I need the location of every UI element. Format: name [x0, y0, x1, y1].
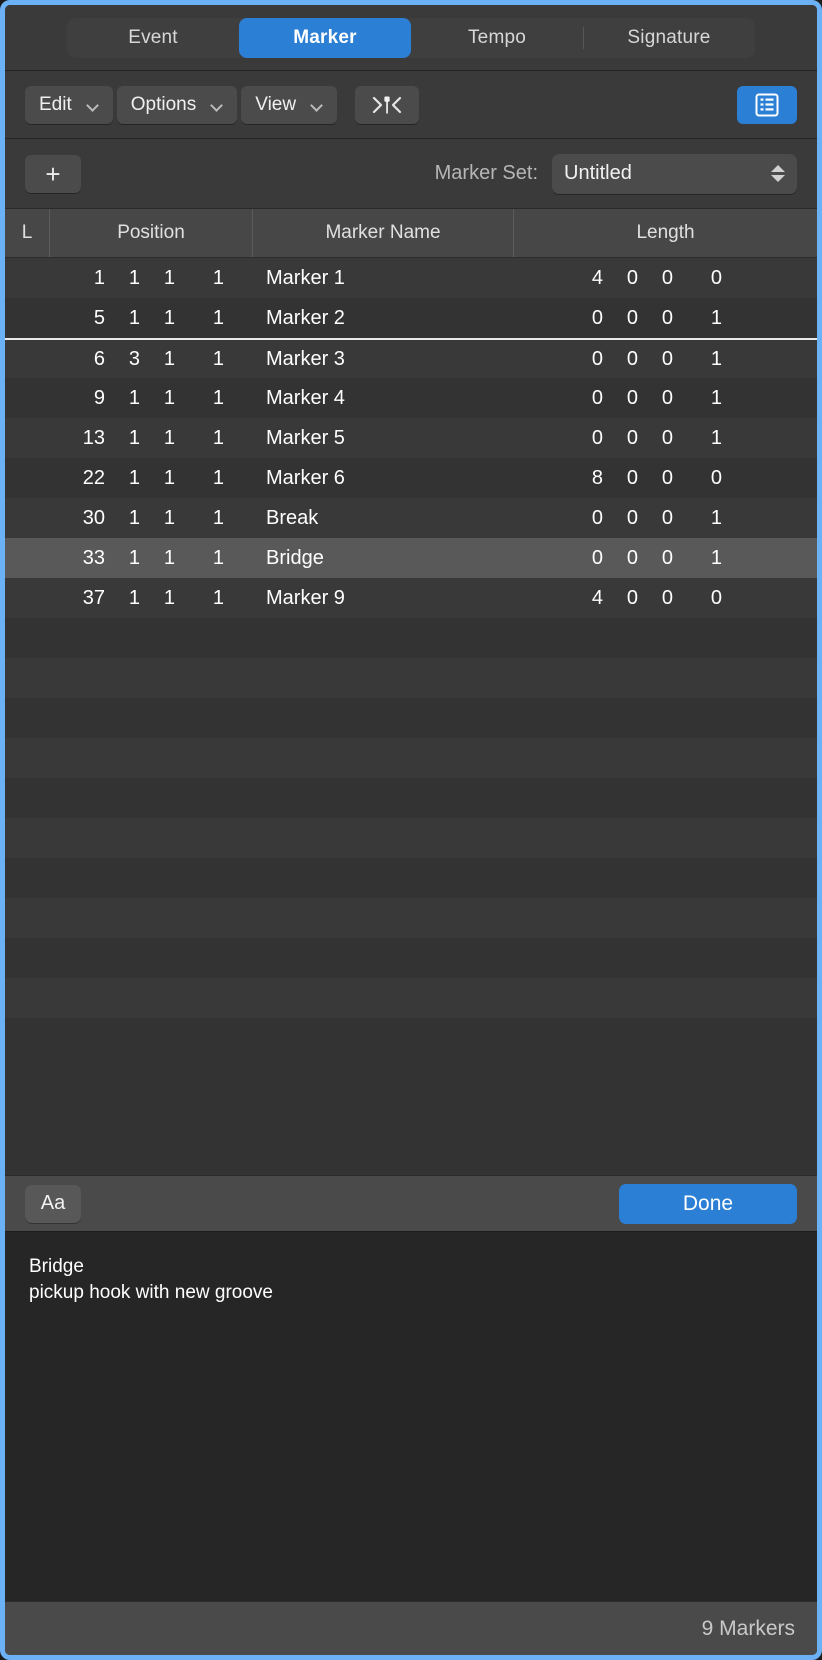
chevron-down-icon	[88, 101, 99, 108]
set-locators-icon	[372, 96, 402, 113]
set-locators-button[interactable]	[355, 85, 420, 124]
cell-length[interactable]: 0001	[513, 348, 817, 371]
cell-position[interactable]: 22 1 1 1	[49, 467, 252, 490]
view-menu-label: View	[255, 93, 297, 115]
table-empty-row[interactable]	[5, 738, 817, 778]
cell-marker-name[interactable]: Marker 1	[252, 267, 513, 290]
tab-event[interactable]: Event	[67, 18, 239, 58]
table-empty-row[interactable]	[5, 818, 817, 858]
marker-text-editor[interactable]: Bridge pickup hook with new groove	[5, 1231, 817, 1601]
tab-signature[interactable]: Signature	[583, 18, 755, 58]
marker-set-label: Marker Set:	[434, 162, 538, 184]
table-empty-row[interactable]	[5, 898, 817, 938]
table-empty-row[interactable]	[5, 658, 817, 698]
table-empty-row[interactable]	[5, 1018, 817, 1058]
cell-position[interactable]: 5111	[49, 307, 252, 330]
stepper-updown-icon[interactable]	[771, 165, 785, 182]
table-row[interactable]: 6 3 1 1 Marker 30001	[5, 338, 817, 378]
table-empty-row[interactable]	[5, 698, 817, 738]
table-empty-row[interactable]	[5, 938, 817, 978]
cell-length[interactable]: 0001	[513, 307, 817, 330]
list-view-toggle-button[interactable]	[737, 85, 797, 124]
cell-marker-name[interactable]: Marker 9	[252, 587, 513, 610]
segmented-control[interactable]: Event Marker Tempo Signature	[67, 17, 755, 58]
column-header-length[interactable]: Length	[513, 209, 817, 257]
options-menu-label: Options	[130, 93, 197, 115]
marker-count-label: 9 Markers	[701, 1616, 795, 1640]
list-view-icon	[755, 93, 779, 116]
cell-length[interactable]: 0001	[513, 427, 817, 450]
edit-menu-button[interactable]: Edit	[25, 85, 113, 124]
editor-button-bar: Aa Done	[5, 1175, 817, 1231]
table-header: L Position Marker Name Length	[5, 209, 817, 258]
cell-marker-name[interactable]: Marker 3	[252, 348, 513, 371]
table-row[interactable]: 37 1 1 1 Marker 94000	[5, 578, 817, 618]
font-button[interactable]: Aa	[25, 1184, 81, 1223]
toolbar: Edit Options View	[5, 71, 817, 139]
table-empty-row[interactable]	[5, 618, 817, 658]
cell-marker-name[interactable]: Marker 2	[252, 307, 513, 330]
tab-tempo[interactable]: Tempo	[411, 18, 583, 58]
marker-table-body[interactable]: 1 1 1 1 Marker 1 4 0 0 0 5 1 1 1 Marker 2 0 0 0 1 6 3 1 1 Mark…	[5, 258, 817, 1175]
column-header-lock[interactable]: L	[5, 209, 49, 257]
cell-position[interactable]: 13 1 1 1	[49, 427, 252, 450]
cell-marker-name[interactable]: Bridge	[252, 547, 513, 570]
marker-set-popup[interactable]: Untitled	[552, 153, 797, 194]
cell-position[interactable]: 37 1 1 1	[49, 587, 252, 610]
table-empty-row[interactable]	[5, 778, 817, 818]
cell-length[interactable]: 4000	[513, 267, 817, 290]
view-menu-button[interactable]: View	[241, 85, 338, 124]
options-menu-button[interactable]: Options	[116, 85, 238, 124]
editor-tab-bar: Event Marker Tempo Signature	[5, 5, 817, 71]
column-header-name[interactable]: Marker Name	[252, 209, 513, 257]
table-empty-row[interactable]	[5, 858, 817, 898]
marker-set-bar: + Marker Set: Untitled	[5, 139, 817, 209]
cell-position[interactable]: 30 1 1 1	[49, 507, 252, 530]
cell-marker-name[interactable]: Marker 6	[252, 467, 513, 490]
add-marker-button[interactable]: +	[25, 154, 81, 193]
marker-set-value: Untitled	[564, 162, 632, 184]
cell-length[interactable]: 0001	[513, 547, 817, 570]
table-row[interactable]: 1 1 1 1 Marker 14000	[5, 258, 817, 298]
done-button[interactable]: Done	[619, 1183, 797, 1224]
cell-position[interactable]: 9111	[49, 387, 252, 410]
table-row[interactable]: 33 1 1 1 Bridge 0 0 0 1	[5, 538, 817, 578]
edit-menu-label: Edit	[39, 93, 72, 115]
chevron-down-icon	[312, 101, 323, 108]
column-header-position[interactable]: Position	[49, 209, 252, 257]
marker-list-window: Event Marker Tempo Signature Edit Option…	[0, 0, 822, 1660]
status-bar: 9 Markers	[5, 1601, 817, 1655]
cell-length[interactable]: 0001	[513, 387, 817, 410]
tab-marker[interactable]: Marker	[239, 17, 411, 58]
editor-line: Bridge	[29, 1256, 84, 1277]
cell-length[interactable]: 0001	[513, 507, 817, 530]
cell-position[interactable]: 1111	[49, 267, 252, 290]
table-row[interactable]: 22 1 1 1 Marker 68000	[5, 458, 817, 498]
cell-length[interactable]: 4000	[513, 587, 817, 610]
table-row[interactable]: 9 1 1 1 Marker 40001	[5, 378, 817, 418]
cell-position[interactable]: 6311	[49, 348, 252, 371]
chevron-down-icon	[212, 101, 223, 108]
cell-length[interactable]: 8000	[513, 467, 817, 490]
cell-position[interactable]: 33 1 1 1	[49, 547, 252, 570]
cell-marker-name[interactable]: Break	[252, 507, 513, 530]
table-row[interactable]: 13 1 1 1 Marker 50001	[5, 418, 817, 458]
editor-line: pickup hook with new groove	[29, 1282, 273, 1303]
cell-marker-name[interactable]: Marker 4	[252, 387, 513, 410]
table-empty-row[interactable]	[5, 978, 817, 1018]
cell-marker-name[interactable]: Marker 5	[252, 427, 513, 450]
table-row[interactable]: 30 1 1 1 Break 0 0 0 1	[5, 498, 817, 538]
table-row[interactable]: 5 1 1 1 Marker 20001	[5, 298, 817, 338]
